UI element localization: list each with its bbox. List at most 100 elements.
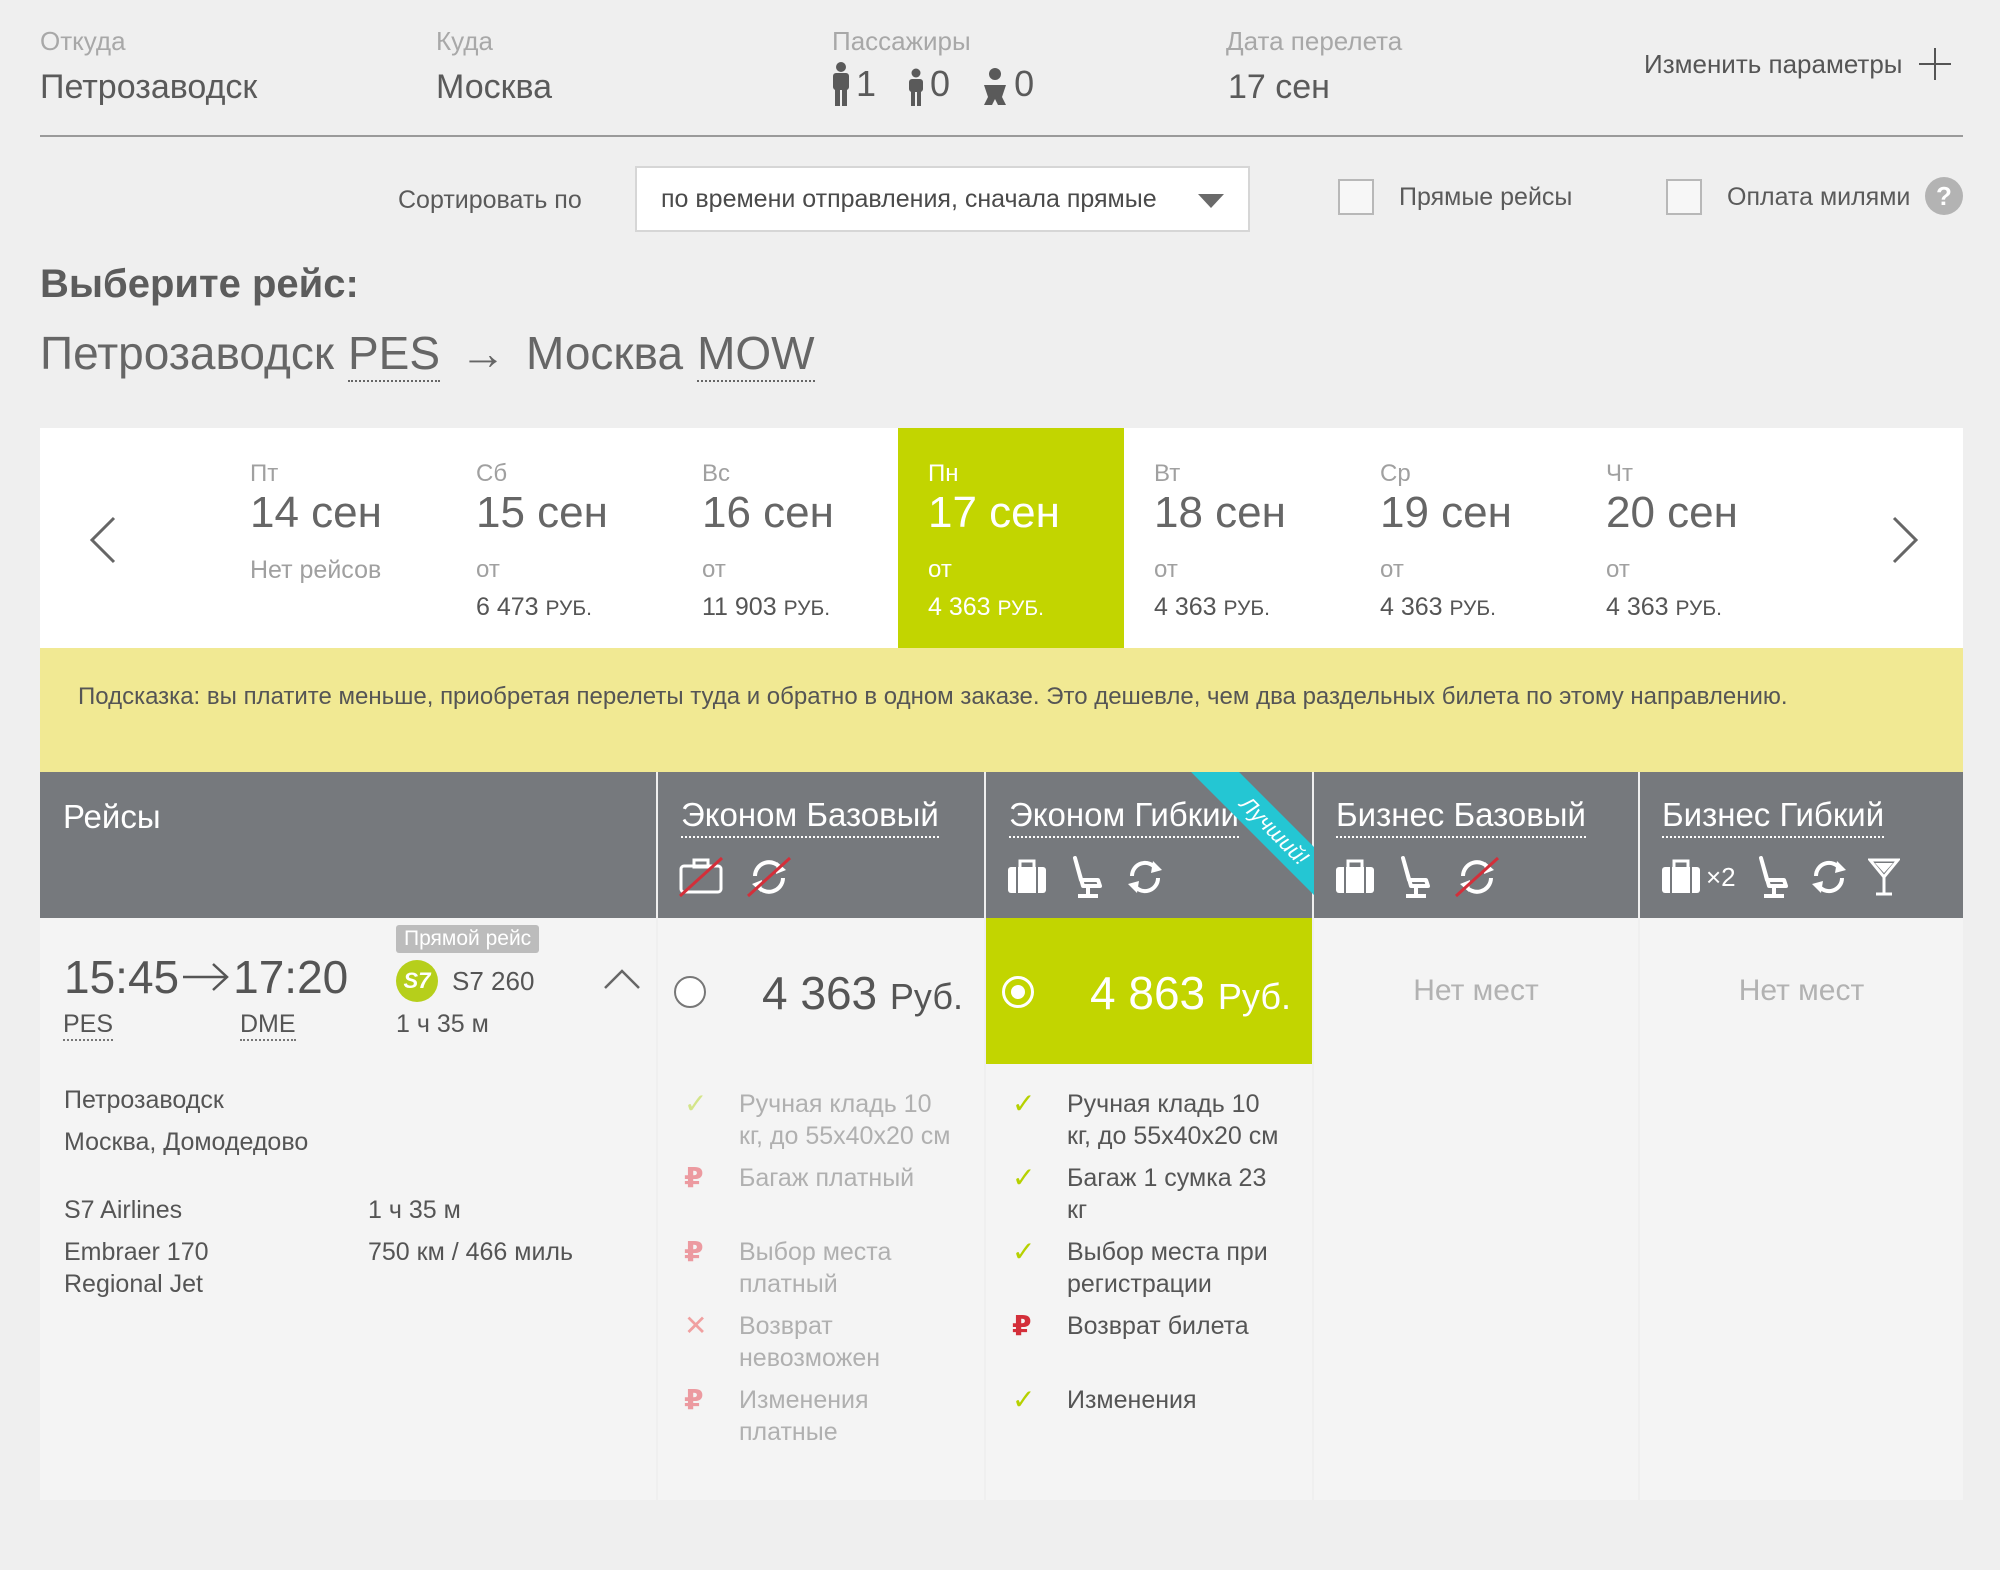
date-option[interactable]: Пт 14 сен Нет рейсов (220, 428, 446, 648)
flight-duration: 1 ч 35 м (396, 1010, 489, 1038)
flight-times: 15:45 17:20 (64, 950, 348, 1004)
hint-banner: Подсказка: вы платите меньше, приобретая… (40, 648, 1963, 772)
ruble-icon: ₽ (684, 1236, 704, 1267)
feature-item: ₽ Багаж платный (684, 1162, 915, 1193)
flights-column-header: Рейсы (40, 772, 656, 918)
ruble-icon: ₽ (684, 1162, 704, 1193)
plus-icon (1918, 48, 1951, 80)
date-option[interactable]: Сб 15 сен от 6 473 РУБ. (446, 428, 672, 648)
offer-radio-eco-flex[interactable] (1002, 976, 1034, 1008)
arrival-city: Москва, Домодедово (64, 1128, 309, 1156)
change-params-button[interactable]: Изменить параметры (1644, 48, 1951, 80)
date-weekday: Сб (476, 460, 508, 487)
chevron-right-icon[interactable] (1892, 516, 1920, 564)
flights-header-label: Рейсы (63, 798, 161, 835)
date-option[interactable]: Ср 19 сен от 4 363 РУБ. (1350, 428, 1576, 648)
direct-flight-badge: Прямой рейс (396, 925, 540, 953)
date-from-label: от (928, 556, 952, 583)
offer-biz-basic: Нет мест (1314, 918, 1638, 1500)
header-divider (40, 135, 1963, 137)
date-no-flights: Нет рейсов (250, 556, 382, 584)
date-day: 17 сен (928, 488, 1060, 537)
sort-select[interactable]: по времени отправления, сначала прямые (635, 166, 1250, 232)
date-day: 18 сен (1154, 488, 1286, 537)
sort-select-value: по времени отправления, сначала прямые (661, 184, 1157, 213)
offer-eco-flex[interactable]: 4 863 Руб. ✓ Ручная кладь 10 кг, до 55х40… (986, 918, 1312, 1500)
direct-flights-checkbox[interactable] (1338, 179, 1374, 215)
flight-distance: 750 км / 466 миль (368, 1238, 574, 1266)
feature-item: ✓ Выбор места при регистрации (1012, 1236, 1268, 1298)
from-value[interactable]: Петрозаводск (40, 68, 257, 107)
exchange-icon (1811, 860, 1846, 894)
fare-header-eco-basic[interactable]: Эконом Базовый (658, 772, 984, 918)
ruble-icon: ₽ (684, 1384, 704, 1415)
date-day: 15 сен (476, 488, 608, 537)
feature-item: ✓ Ручная кладь 10 кг, до 55х40х20 см (684, 1088, 951, 1150)
feature-item: ₽ Выбор места платный (684, 1236, 892, 1298)
check-icon: ✓ (1012, 1236, 1036, 1267)
page-title: Выберите рейс: (40, 262, 359, 306)
fare-header-biz-basic[interactable]: Бизнес Базовый (1314, 772, 1638, 918)
fare-name-biz-basic[interactable]: Бизнес Базовый (1336, 796, 1586, 838)
offer-radio-eco-basic[interactable] (674, 976, 706, 1008)
offer-eco-basic[interactable]: 4 363 Руб. ✓ Ручная кладь 10 кг, до 55х40… (658, 918, 984, 1500)
offer-biz-flex: Нет мест (1640, 918, 1963, 1500)
date-strip: Пт 14 сен Нет рейсов Сб 15 сен от 6 473 РУБ. Вс… (40, 428, 1963, 648)
to-value[interactable]: Москва (436, 68, 552, 107)
fare-name-eco-basic[interactable]: Эконом Базовый (681, 796, 939, 838)
chevron-left-icon[interactable] (88, 516, 116, 564)
miles-label[interactable]: Оплата милями (1727, 183, 1910, 212)
flight-row[interactable]: Прямой рейс 15:45 17:20 PES DME S7 S7 26… (40, 918, 656, 1500)
feature-item: ₽ Изменения платные (684, 1384, 869, 1446)
date-value[interactable]: 17 сен (1228, 68, 1330, 107)
baggage-multiplier: ×2 (1706, 861, 1736, 892)
fare-header-biz-flex[interactable]: Бизнес Гибкий ×2 (1640, 772, 1963, 918)
date-weekday: Вт (1154, 460, 1181, 487)
direct-flights-label[interactable]: Прямые рейсы (1399, 183, 1572, 212)
date-option[interactable]: Пн 17 сен от 4 363 РУБ. (898, 428, 1124, 648)
origin-code[interactable]: PES (347, 326, 441, 382)
flight-number: S7 260 (452, 966, 535, 996)
offer-price-eco-basic[interactable]: 4 363 Руб. (762, 966, 963, 1020)
exchange-icon (1128, 860, 1162, 894)
date-option[interactable]: Вс 16 сен от 11 903 РУБ. (672, 428, 898, 648)
route-arrow-icon: → (460, 327, 507, 379)
route-title: Петрозаводск PES → Москва MOW (40, 326, 815, 382)
fare-name-biz-flex[interactable]: Бизнес Гибкий (1662, 796, 1885, 838)
date-option[interactable]: Чт 20 сен от 4 363 РУБ. (1576, 428, 1802, 648)
arrow-right-icon (183, 963, 229, 991)
date-min-price: 6 473 РУБ. (476, 593, 593, 621)
departure-airport-code[interactable]: PES (63, 1010, 114, 1041)
departure-city: Петрозаводск (64, 1086, 224, 1114)
offer-price-eco-flex[interactable]: 4 863 Руб. (1090, 966, 1291, 1020)
departure-time: 15:45 (64, 951, 180, 1003)
passengers-label: Пассажиры (832, 26, 971, 56)
date-min-price: 4 363 РУБ. (1380, 593, 1497, 621)
date-option[interactable]: Вт 18 сен от 4 363 РУБ. (1124, 428, 1350, 648)
check-icon: ✓ (684, 1088, 708, 1119)
adults-count: 1 (830, 62, 876, 106)
help-icon[interactable]: ? (1925, 177, 1963, 215)
best-ribbon-label: Лучший! (1191, 772, 1316, 902)
date-from-label: от (1380, 556, 1404, 583)
feature-item: ₽ Возврат билета (1012, 1310, 1249, 1341)
feature-item: ✕ Возврат невозможен (684, 1310, 881, 1372)
date-day: 16 сен (702, 488, 834, 537)
date-from-label: от (1606, 556, 1630, 583)
seat-icon (1401, 856, 1430, 898)
cocktail-icon (1867, 858, 1900, 896)
dest-city: Москва (526, 327, 684, 379)
offer-features-eco-basic: ✓ Ручная кладь 10 кг, до 55х40х20 см ₽ Баг… (684, 1088, 959, 1448)
passengers-summary[interactable]: 1 0 0 (830, 62, 1034, 106)
chevron-up-icon[interactable] (603, 968, 641, 990)
origin-city: Петрозаводск (40, 327, 334, 379)
date-day: 20 сен (1606, 488, 1738, 537)
adult-icon (833, 62, 849, 106)
date-from-label: от (1154, 556, 1178, 583)
dest-code[interactable]: MOW (697, 326, 815, 382)
feature-item: ✓ Изменения (1012, 1384, 1197, 1415)
airline-name: S7 Airlines (64, 1196, 183, 1224)
baggage-icon (1336, 859, 1374, 893)
miles-checkbox[interactable] (1666, 179, 1702, 215)
arrival-airport-code[interactable]: DME (240, 1010, 296, 1041)
